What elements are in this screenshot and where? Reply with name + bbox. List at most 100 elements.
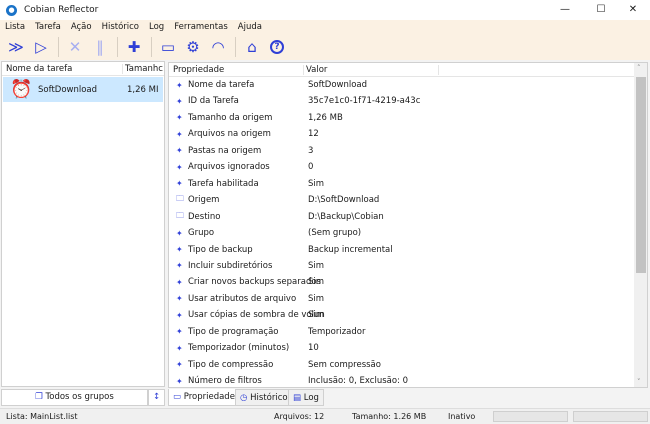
stop-button[interactable]: ✕ bbox=[63, 36, 87, 58]
tab-properties[interactable]: ▭ Propriedades bbox=[168, 389, 245, 406]
property-row[interactable]: ✦ Arquivos na origem 12 bbox=[169, 126, 634, 142]
property-value: Sim bbox=[308, 178, 325, 189]
all-groups-button[interactable]: ❐ Todos os grupos bbox=[1, 389, 148, 406]
properties-panel: Propriedade Valor ✦ Nome da tarefa SoftDow… bbox=[168, 62, 648, 388]
property-name: Tipo de backup bbox=[188, 244, 253, 255]
property-value: Backup incremental bbox=[308, 244, 393, 255]
property-row[interactable]: ✦ Tipo de backup Backup incremental bbox=[169, 242, 634, 258]
run-all-icon: ≫ bbox=[8, 37, 24, 56]
property-row[interactable]: ✦ Pastas na origem 3 bbox=[169, 143, 634, 159]
properties-header: Propriedade Valor bbox=[169, 63, 647, 77]
property-icon: ✦ bbox=[176, 310, 183, 320]
property-icon: ✦ bbox=[176, 228, 183, 238]
scrollbar[interactable]: ˄ ˅ bbox=[634, 63, 647, 387]
close-button[interactable]: ✕ bbox=[616, 0, 650, 20]
property-name: Usar cópias de sombra de volun bbox=[188, 310, 325, 321]
property-row[interactable]: 🗀 Destino D:\Backup\Cobian bbox=[169, 209, 634, 225]
property-icon: ✦ bbox=[176, 146, 183, 156]
home-icon: ⌂ bbox=[247, 37, 257, 56]
property-value: Sim bbox=[308, 293, 325, 304]
property-row[interactable]: ✦ Grupo (Sem grupo) bbox=[169, 225, 634, 241]
menu-6[interactable]: Ajuda bbox=[233, 22, 267, 32]
property-row[interactable]: ✦ Temporizador (minutos) 10 bbox=[169, 340, 634, 356]
group-sort-button[interactable]: ↕ bbox=[148, 389, 165, 406]
pause-button[interactable]: ‖ bbox=[88, 36, 112, 58]
app-icon: ● bbox=[6, 4, 17, 16]
property-name: Incluir subdiretórios bbox=[188, 260, 273, 271]
scrollbar-thumb[interactable] bbox=[636, 77, 646, 273]
run-button[interactable]: ▷ bbox=[29, 36, 53, 58]
property-row[interactable]: ✦ Nome da tarefa SoftDownload bbox=[169, 77, 634, 93]
menu-5[interactable]: Ferramentas bbox=[169, 22, 233, 32]
property-row[interactable]: ✦ Arquivos ignorados 0 bbox=[169, 159, 634, 175]
task-list: Nome da tarefa Tamanhc ⏰ SoftDownload 1,… bbox=[1, 61, 165, 387]
menu-0[interactable]: Lista bbox=[0, 22, 30, 32]
property-value: 0 bbox=[308, 162, 314, 173]
tab-label: Propriedades bbox=[183, 392, 240, 402]
tab-log[interactable]: ▤ Log bbox=[288, 389, 324, 406]
property-name: Arquivos ignorados bbox=[188, 162, 270, 173]
task-row[interactable]: ⏰ SoftDownload 1,26 MI bbox=[3, 77, 163, 102]
property-value: Sem compressão bbox=[308, 359, 381, 370]
property-value: 12 bbox=[308, 129, 319, 140]
property-row[interactable]: ✦ ID da Tarefa 35c7e1c0-1f71-4219-a43c-2af… bbox=[169, 93, 634, 109]
scroll-up-icon[interactable]: ˄ bbox=[637, 64, 641, 72]
status-size: Tamanho: 1.26 MB bbox=[352, 412, 427, 421]
property-name: Tipo de compressão bbox=[188, 359, 274, 370]
alarm-clock-icon: ⏰ bbox=[10, 79, 33, 100]
property-name: Grupo bbox=[188, 228, 215, 239]
menu-4[interactable]: Log bbox=[144, 22, 169, 32]
property-value: 35c7e1c0-1f71-4219-a43c-2af51278 bbox=[308, 96, 420, 107]
minimize-button[interactable]: — bbox=[548, 0, 582, 20]
settings-button[interactable]: ⚙ bbox=[181, 36, 205, 58]
property-name: Arquivos na origem bbox=[188, 129, 271, 140]
property-row[interactable]: ✦ Tarefa habilitada Sim bbox=[169, 176, 634, 192]
network-button[interactable]: ◠ bbox=[206, 36, 230, 58]
status-bar: Lista: MainList.list Arquivos: 12 Tamanh… bbox=[0, 408, 650, 424]
toolbar-separator bbox=[117, 36, 118, 57]
property-row[interactable]: 🗀 Origem D:\SoftDownload bbox=[169, 192, 634, 208]
property-icon: ✦ bbox=[176, 261, 183, 271]
all-groups-label: Todos os grupos bbox=[45, 392, 114, 402]
column-task-name[interactable]: Nome da tarefa bbox=[6, 64, 72, 74]
property-value: Sim bbox=[308, 310, 325, 321]
column-value[interactable]: Valor bbox=[303, 64, 439, 75]
add-task-button[interactable]: ✚ bbox=[122, 36, 146, 58]
property-row[interactable]: ✦ Número de filtros Inclusão: 0, Exclusão:… bbox=[169, 373, 634, 389]
property-name: Destino bbox=[188, 211, 221, 222]
property-row[interactable]: ✦ Tipo de programação Temporizador bbox=[169, 324, 634, 340]
help-button[interactable]: ? bbox=[265, 36, 289, 58]
maximize-button[interactable]: ☐ bbox=[584, 0, 618, 20]
tab-history[interactable]: ◷ Histórico bbox=[235, 389, 293, 406]
property-name: Número de filtros bbox=[188, 376, 262, 387]
property-value: Temporizador bbox=[308, 326, 366, 337]
property-row[interactable]: ✦ Tamanho da origem 1,26 MB bbox=[169, 110, 634, 126]
monitor-button[interactable]: ▭ bbox=[156, 36, 180, 58]
run-all-button[interactable]: ≫ bbox=[4, 36, 28, 58]
menu-1[interactable]: Tarefa bbox=[30, 22, 66, 32]
add-task-icon: ✚ bbox=[127, 37, 141, 56]
book-icon: ▤ bbox=[293, 393, 304, 403]
progress-bar-2 bbox=[573, 411, 648, 422]
task-list-header: Nome da tarefa Tamanhc bbox=[2, 62, 164, 76]
property-row[interactable]: ✦ Incluir subdiretórios Sim bbox=[169, 258, 634, 274]
menu-2[interactable]: Ação bbox=[66, 22, 97, 32]
home-button[interactable]: ⌂ bbox=[240, 36, 264, 58]
property-row[interactable]: ✦ Usar atributos de arquivo Sim bbox=[169, 291, 634, 307]
property-name: Tipo de programação bbox=[188, 326, 279, 337]
task-name: SoftDownload bbox=[38, 84, 98, 95]
property-row[interactable]: ✦ Usar cópias de sombra de volun Sim bbox=[169, 307, 634, 323]
property-value: Sim bbox=[308, 277, 325, 288]
property-row[interactable]: ✦ Tipo de compressão Sem compressão bbox=[169, 357, 634, 373]
property-name: Usar atributos de arquivo bbox=[188, 293, 297, 304]
column-size[interactable]: Tamanhc bbox=[122, 63, 163, 74]
status-list: Lista: MainList.list bbox=[6, 412, 78, 421]
column-property[interactable]: Propriedade bbox=[173, 65, 224, 75]
toolbar: ≫ ▷ ✕ ‖ ✚ ▭ ⚙ ◠ ⌂? bbox=[0, 33, 650, 60]
property-name: ID da Tarefa bbox=[188, 96, 239, 107]
menu-3[interactable]: Histórico bbox=[97, 22, 144, 32]
property-name: Tamanho da origem bbox=[188, 112, 273, 123]
property-row[interactable]: ✦ Criar novos backups separados Sim bbox=[169, 274, 634, 290]
scroll-down-icon[interactable]: ˅ bbox=[637, 378, 641, 386]
property-name: Criar novos backups separados bbox=[188, 277, 321, 288]
